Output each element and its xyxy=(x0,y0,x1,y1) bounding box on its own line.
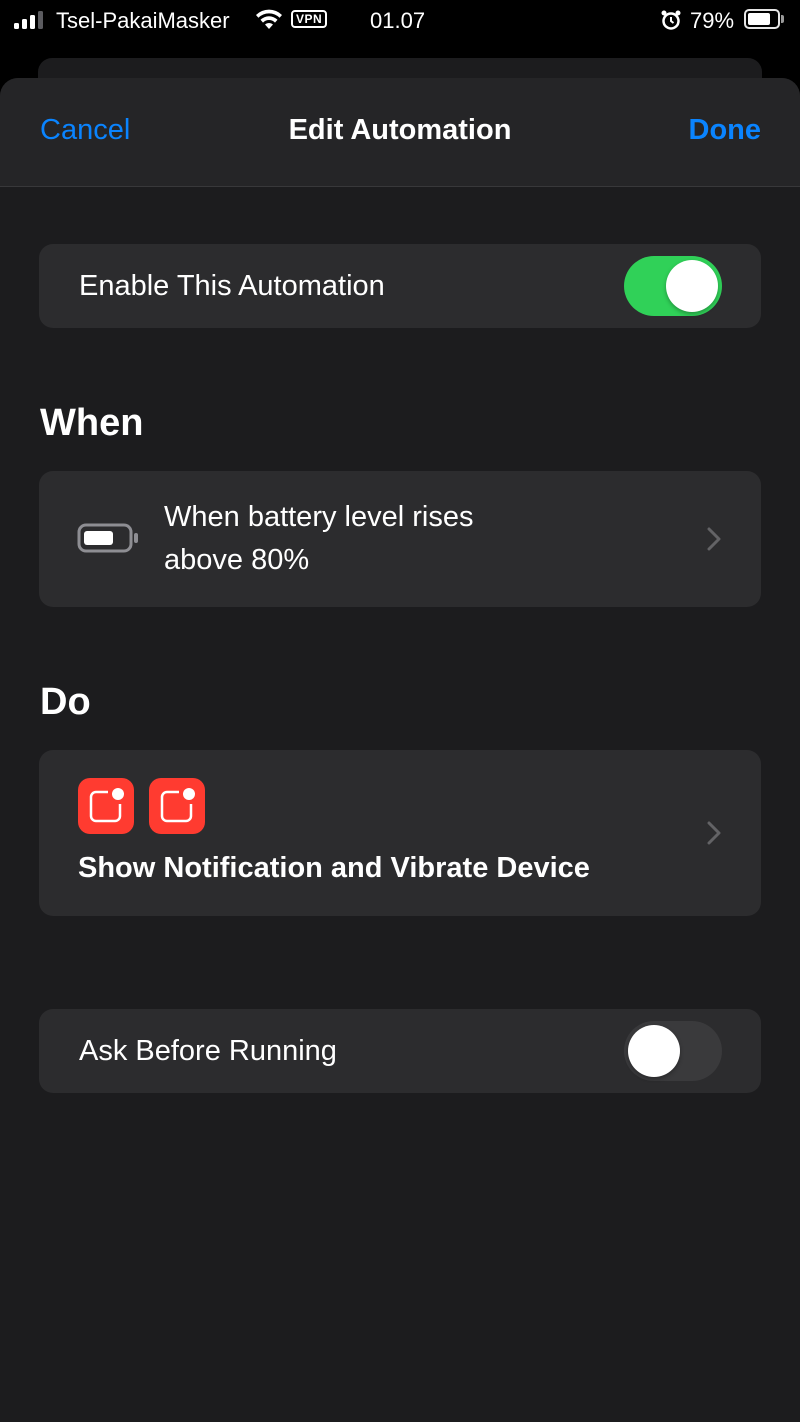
action-summary: Show Notification and Vibrate Device xyxy=(78,852,590,884)
when-heading: When xyxy=(40,402,144,444)
chevron-right-icon xyxy=(707,527,721,551)
notification-icon xyxy=(149,778,205,834)
do-heading: Do xyxy=(40,681,91,723)
carrier-name: Tsel-PakaiMasker xyxy=(56,8,230,33)
ask-before-running-row[interactable]: Ask Before Running xyxy=(39,1009,761,1093)
notification-icon xyxy=(78,778,134,834)
status-bar: Tsel-PakaiMasker VPN 01.07 79% xyxy=(0,0,800,46)
vpn-badge: VPN xyxy=(291,10,328,28)
clock: 01.07 xyxy=(370,8,426,33)
action-row[interactable]: Show Notification and Vibrate Device xyxy=(39,750,761,916)
enable-automation-toggle[interactable] xyxy=(624,256,722,316)
signal-icon xyxy=(14,11,46,29)
done-button[interactable]: Done xyxy=(689,114,762,147)
ask-before-running-label: Ask Before Running xyxy=(79,1035,337,1067)
page-title: Edit Automation xyxy=(288,114,512,146)
battery-percent: 79% xyxy=(690,8,735,33)
trigger-text-line1: When battery level rises xyxy=(164,501,474,533)
alarm-icon xyxy=(661,10,681,30)
ask-before-running-toggle[interactable] xyxy=(624,1021,722,1081)
battery-icon xyxy=(77,523,138,553)
enable-automation-row[interactable]: Enable This Automation xyxy=(39,244,761,328)
trigger-row[interactable]: When battery level rises above 80% xyxy=(39,471,761,607)
wifi-icon xyxy=(256,9,282,29)
enable-automation-label: Enable This Automation xyxy=(79,270,385,302)
battery-icon xyxy=(744,9,784,29)
edit-automation-sheet: Cancel Edit Automation Done Enable This … xyxy=(0,78,800,1422)
trigger-text-line2: above 80% xyxy=(164,544,310,576)
chevron-right-icon xyxy=(707,821,721,845)
nav-bar: Cancel Edit Automation Done xyxy=(0,78,800,187)
